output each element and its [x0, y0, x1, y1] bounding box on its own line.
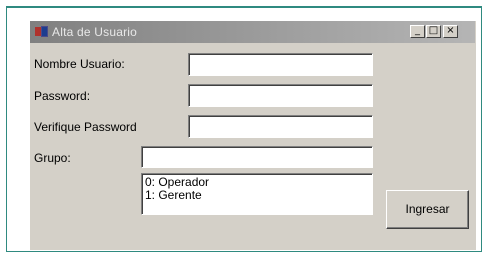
group-label: Grupo: — [34, 151, 71, 165]
group-listbox[interactable]: 0: Operador 1: Gerente — [141, 173, 373, 215]
password-field[interactable] — [188, 84, 373, 107]
window-title: Alta de Usuario — [52, 25, 138, 39]
verify-password-field[interactable] — [188, 115, 373, 138]
alta-usuario-window: Alta de Usuario _ □ × Nombre Usuario: Pa… — [29, 20, 476, 250]
maximize-icon: □ — [428, 25, 439, 36]
title-bar[interactable]: Alta de Usuario _ □ × — [30, 21, 475, 43]
minimize-icon: _ — [415, 25, 420, 36]
maximize-button[interactable]: □ — [426, 25, 441, 38]
app-icon — [35, 26, 48, 38]
group-option-gerente[interactable]: 1: Gerente — [145, 189, 369, 202]
close-icon: × — [446, 25, 455, 36]
ingresar-button[interactable]: Ingresar — [386, 190, 469, 229]
close-button[interactable]: × — [443, 25, 458, 38]
password-label: Password: — [34, 89, 91, 103]
group-field[interactable] — [141, 146, 373, 168]
minimize-button[interactable]: _ — [410, 25, 425, 38]
verify-password-label: Verifique Password — [34, 120, 137, 134]
username-label: Nombre Usuario: — [34, 57, 125, 71]
username-field[interactable] — [188, 53, 373, 76]
